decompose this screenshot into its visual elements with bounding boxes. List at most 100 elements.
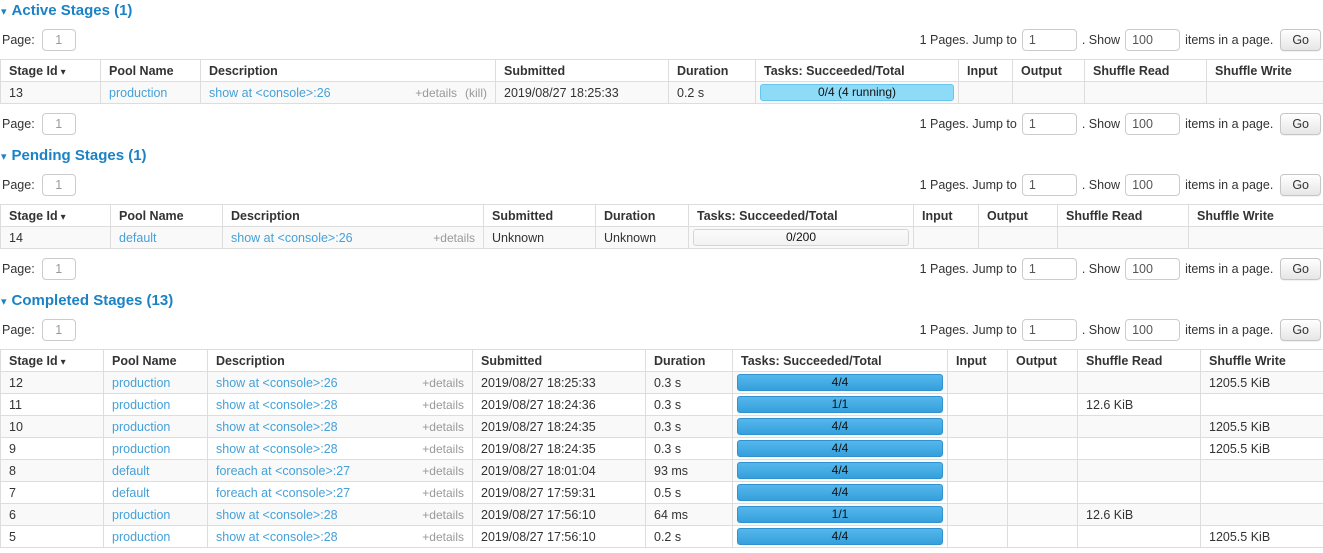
- show-items-input[interactable]: [1125, 258, 1180, 280]
- pages-jump-text: 1 Pages. Jump to: [920, 178, 1017, 192]
- description-link[interactable]: show at <console>:28: [216, 530, 338, 544]
- cell-shuffle-read: [1058, 227, 1189, 249]
- go-button[interactable]: Go: [1280, 174, 1321, 196]
- col-header-shuffle-read[interactable]: Shuffle Read: [1078, 350, 1201, 372]
- jump-to-page-input[interactable]: [1022, 29, 1077, 51]
- col-header-input[interactable]: Input: [959, 60, 1013, 82]
- cell-pool-name: production: [104, 372, 208, 394]
- description-link[interactable]: show at <console>:26: [209, 86, 331, 100]
- details-toggle[interactable]: +details: [422, 486, 464, 500]
- description-link[interactable]: show at <console>:28: [216, 442, 338, 456]
- cell-output: [1008, 482, 1078, 504]
- col-header-shuffle-read[interactable]: Shuffle Read: [1085, 60, 1207, 82]
- col-header-output[interactable]: Output: [1013, 60, 1085, 82]
- jump-to-page-input[interactable]: [1022, 258, 1077, 280]
- details-toggle[interactable]: +details: [433, 231, 475, 245]
- cell-input: [948, 504, 1008, 526]
- details-toggle[interactable]: +details: [422, 420, 464, 434]
- jump-to-page-input[interactable]: [1022, 113, 1077, 135]
- details-toggle[interactable]: +details: [422, 376, 464, 390]
- col-header-description[interactable]: Description: [208, 350, 473, 372]
- col-header-shuffle-read[interactable]: Shuffle Read: [1058, 205, 1189, 227]
- pool-name-link[interactable]: production: [112, 420, 170, 434]
- jump-to-page-input[interactable]: [1022, 319, 1077, 341]
- jump-to-page-input[interactable]: [1022, 174, 1077, 196]
- description-link[interactable]: show at <console>:26: [231, 231, 353, 245]
- table-row: 9 production show at <console>:28+detail…: [1, 438, 1323, 460]
- show-items-input[interactable]: [1125, 174, 1180, 196]
- col-header-duration[interactable]: Duration: [596, 205, 689, 227]
- pool-name-link[interactable]: production: [112, 508, 170, 522]
- tasks-progress-bar: 4/4: [737, 462, 943, 479]
- details-toggle[interactable]: +details: [422, 508, 464, 522]
- col-header-output[interactable]: Output: [1008, 350, 1078, 372]
- cell-submitted: 2019/08/27 18:01:04: [473, 460, 646, 482]
- pool-name-link[interactable]: production: [112, 442, 170, 456]
- details-toggle[interactable]: +details: [422, 398, 464, 412]
- go-button[interactable]: Go: [1280, 319, 1321, 341]
- table-row: 8 default foreach at <console>:27+detail…: [1, 460, 1323, 482]
- page-number-button[interactable]: 1: [42, 319, 76, 341]
- col-header-submitted[interactable]: Submitted: [484, 205, 596, 227]
- kill-link[interactable]: (kill): [465, 86, 487, 100]
- col-header-stage-id[interactable]: Stage Id▾: [1, 60, 101, 82]
- col-header-duration[interactable]: Duration: [646, 350, 733, 372]
- description-link[interactable]: show at <console>:28: [216, 420, 338, 434]
- pool-name-link[interactable]: production: [112, 530, 170, 544]
- col-header-output[interactable]: Output: [979, 205, 1058, 227]
- col-header-submitted[interactable]: Submitted: [496, 60, 669, 82]
- details-toggle[interactable]: +details: [415, 86, 457, 100]
- col-header-stage-id[interactable]: Stage Id▾: [1, 205, 111, 227]
- page-number-button[interactable]: 1: [42, 174, 76, 196]
- section-title-pending-stages[interactable]: ▾Pending Stages (1): [1, 148, 1323, 165]
- col-header-submitted[interactable]: Submitted: [473, 350, 646, 372]
- details-toggle[interactable]: +details: [422, 464, 464, 478]
- col-header-input[interactable]: Input: [914, 205, 979, 227]
- description-link[interactable]: foreach at <console>:27: [216, 486, 350, 500]
- col-header-description[interactable]: Description: [201, 60, 496, 82]
- show-items-input[interactable]: [1125, 113, 1180, 135]
- details-toggle[interactable]: +details: [422, 530, 464, 544]
- col-header-input[interactable]: Input: [948, 350, 1008, 372]
- section-title-active-stages[interactable]: ▾Active Stages (1): [1, 3, 1323, 20]
- page-number-button[interactable]: 1: [42, 113, 76, 135]
- pending-stages-table: Stage Id▾ Pool Name Description Submitte…: [0, 204, 1323, 249]
- pool-name-link[interactable]: production: [112, 376, 170, 390]
- col-header-pool-name[interactable]: Pool Name: [111, 205, 223, 227]
- show-items-input[interactable]: [1125, 319, 1180, 341]
- pool-name-link[interactable]: default: [112, 486, 150, 500]
- col-header-tasks[interactable]: Tasks: Succeeded/Total: [756, 60, 959, 82]
- col-header-stage-id[interactable]: Stage Id▾: [1, 350, 104, 372]
- cell-stage-id: 11: [1, 394, 104, 416]
- pool-name-link[interactable]: default: [119, 231, 157, 245]
- page-number-button[interactable]: 1: [42, 29, 76, 51]
- pool-name-link[interactable]: production: [112, 398, 170, 412]
- show-items-input[interactable]: [1125, 29, 1180, 51]
- col-header-shuffle-write[interactable]: Shuffle Write: [1207, 60, 1323, 82]
- go-button[interactable]: Go: [1280, 29, 1321, 51]
- col-header-shuffle-write[interactable]: Shuffle Write: [1189, 205, 1323, 227]
- col-header-description[interactable]: Description: [223, 205, 484, 227]
- pagination-bar-active-bottom: Page: 1 1 Pages. Jump to . Show items in…: [2, 110, 1321, 137]
- cell-duration: 0.3 s: [646, 372, 733, 394]
- page-number-button[interactable]: 1: [42, 258, 76, 280]
- description-link[interactable]: show at <console>:28: [216, 398, 338, 412]
- col-header-pool-name[interactable]: Pool Name: [101, 60, 201, 82]
- description-link[interactable]: show at <console>:26: [216, 376, 338, 390]
- go-button[interactable]: Go: [1280, 258, 1321, 280]
- tasks-progress-bar: 4/4: [737, 484, 943, 501]
- col-header-tasks[interactable]: Tasks: Succeeded/Total: [733, 350, 948, 372]
- col-header-pool-name[interactable]: Pool Name: [104, 350, 208, 372]
- col-header-shuffle-write[interactable]: Shuffle Write: [1201, 350, 1323, 372]
- col-header-tasks[interactable]: Tasks: Succeeded/Total: [689, 205, 914, 227]
- show-text: . Show: [1082, 262, 1120, 276]
- go-button[interactable]: Go: [1280, 113, 1321, 135]
- description-link[interactable]: foreach at <console>:27: [216, 464, 350, 478]
- pool-name-link[interactable]: production: [109, 86, 167, 100]
- description-link[interactable]: show at <console>:28: [216, 508, 338, 522]
- pool-name-link[interactable]: default: [112, 464, 150, 478]
- details-toggle[interactable]: +details: [422, 442, 464, 456]
- col-header-duration[interactable]: Duration: [669, 60, 756, 82]
- section-title-text: Pending Stages (1): [12, 147, 147, 164]
- section-title-completed-stages[interactable]: ▾Completed Stages (13): [1, 293, 1323, 310]
